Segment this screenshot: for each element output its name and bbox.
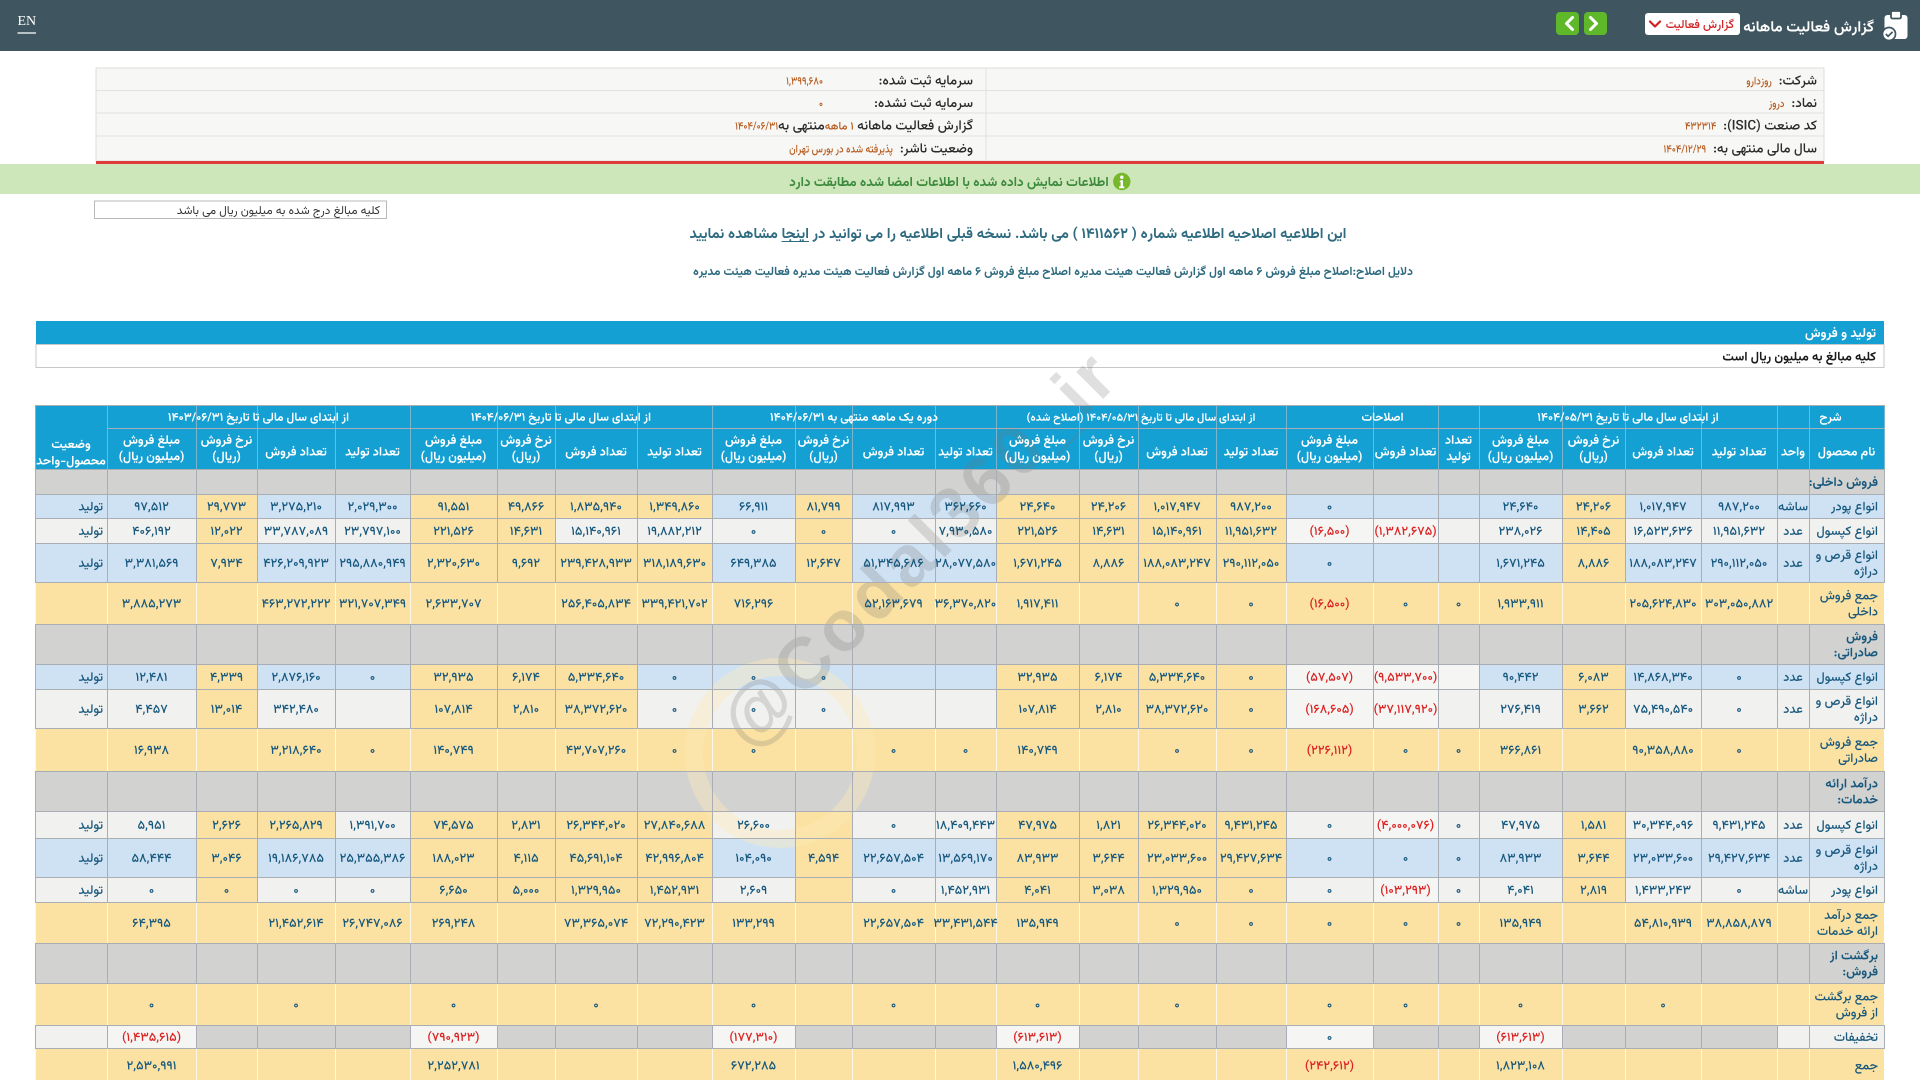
svg-text:EN: EN — [18, 14, 37, 29]
